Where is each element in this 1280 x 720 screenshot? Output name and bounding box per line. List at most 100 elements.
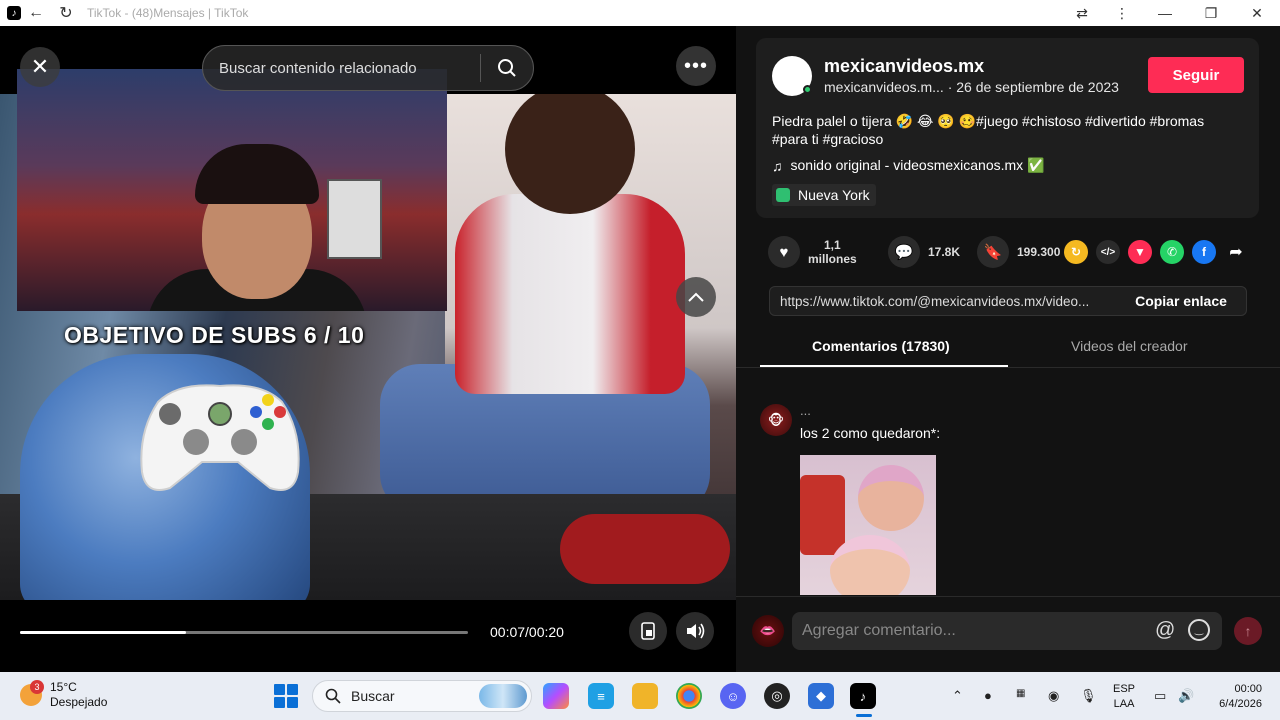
music-link[interactable]: ♫ sonido original - videosmexicanos.mx ✅ (772, 157, 1044, 174)
copy-link-button[interactable]: Copiar enlace (1116, 293, 1246, 309)
browser-titlebar: ♪ ← ↻ TikTok - (48)Mensajes | TikTok ⇄ ⋮… (0, 0, 1280, 26)
window-title: TikTok - (48)Mensajes | TikTok (87, 6, 249, 20)
heart-icon[interactable]: ♥ (768, 236, 800, 268)
close-video-button[interactable]: ✕ (20, 47, 60, 87)
webcam-poster (327, 179, 382, 259)
streamer-webcam (17, 69, 447, 311)
keyboard-layout: LAA (1113, 698, 1135, 710)
location-label[interactable]: Nueva York (798, 187, 870, 203)
kebab-menu-icon[interactable]: ⋮ (1102, 0, 1142, 26)
clock-date: 6/4/2026 (1219, 698, 1262, 710)
system-clock[interactable]: 00:00 6/4/2026 (1198, 682, 1262, 712)
previous-video-icon[interactable] (676, 277, 716, 317)
restore-button[interactable]: ❐ (1188, 0, 1234, 26)
comment-text: los 2 como quedaron*: (800, 425, 941, 441)
comments-stat[interactable]: 💬 17.8K (888, 234, 960, 270)
floating-player-icon[interactable] (629, 612, 667, 650)
steam-icon[interactable]: ◉ (1048, 688, 1059, 704)
start-button[interactable] (274, 684, 298, 708)
tiktok-taskbar-icon[interactable]: ♪ (850, 683, 876, 709)
post-description: Piedra palel o tijera 🤣 😂 🥺 🥴#juego #chi… (772, 113, 1205, 147)
tray-chevron-icon[interactable]: ⌃ (952, 688, 963, 704)
share-link-url[interactable]: https://www.tiktok.com/@mexicanvideos.mx… (770, 294, 1116, 309)
saves-count: 199.300 (1017, 245, 1061, 259)
commenter-name[interactable]: ... (800, 403, 811, 418)
related-search-input[interactable]: Buscar contenido relacionado (219, 60, 480, 77)
likes-stat[interactable]: ♥ 1,1 millones (768, 234, 857, 270)
follow-button[interactable]: Seguir (1148, 57, 1244, 93)
notepad-icon[interactable]: ≡ (588, 683, 614, 709)
weather-sun-icon: 3 (20, 680, 44, 706)
embed-code-icon[interactable]: </> (1096, 240, 1120, 264)
back-arrow-icon[interactable]: ← (21, 0, 51, 26)
search-icon[interactable] (481, 58, 533, 78)
emoji-icon[interactable]: ‿ (1188, 619, 1210, 641)
weather-widget[interactable]: 3 15°C Despejado (20, 680, 107, 710)
comment-bubble-icon[interactable]: 💬 (888, 236, 920, 268)
saves-stat[interactable]: 🔖 199.300 (977, 234, 1060, 270)
comment-image-doll (858, 465, 924, 531)
webcam-hair (195, 144, 319, 204)
likes-count: 1,1 millones (808, 238, 857, 266)
tray-app-icon[interactable]: ● (984, 688, 992, 703)
discord-icon[interactable]: ☺ (720, 683, 746, 709)
bookmark-icon[interactable]: 🔖 (977, 236, 1009, 268)
gamepad-icon (140, 384, 300, 491)
send-to-friends-icon[interactable]: ▼ (1128, 240, 1152, 264)
volume-icon[interactable] (676, 612, 714, 650)
music-title[interactable]: sonido original - videosmexicanos.mx ✅ (791, 157, 1045, 174)
file-explorer-icon[interactable] (632, 683, 658, 709)
video-progress-bar[interactable] (20, 631, 468, 634)
repost-icon[interactable]: ↻ (1064, 240, 1088, 264)
taskbar-search[interactable]: Buscar (312, 680, 532, 712)
search-highlight-art (479, 684, 527, 708)
copilot-icon[interactable] (543, 683, 569, 709)
location-pin-icon (776, 188, 790, 202)
close-window-button[interactable]: ✕ (1234, 0, 1280, 26)
related-search-bar[interactable]: Buscar contenido relacionado (202, 45, 534, 91)
music-note-icon: ♫ (772, 157, 783, 174)
online-dot (803, 85, 812, 94)
shield-app-icon[interactable]: ◆ (808, 683, 834, 709)
facebook-icon[interactable]: f (1192, 240, 1216, 264)
more-options-icon[interactable]: ••• (676, 46, 716, 86)
active-tab-indicator (760, 365, 1008, 367)
author-name[interactable]: mexicanvideos.mx (824, 56, 984, 77)
weather-temp: 15°C (50, 680, 77, 694)
comment-image-doll (830, 535, 910, 595)
active-app-indicator (856, 714, 872, 717)
minimize-button[interactable]: — (1142, 0, 1188, 26)
current-user-avatar: 👄 (752, 615, 784, 647)
video-controls (0, 600, 736, 672)
taskbar-search-icon (325, 688, 341, 704)
obs-icon[interactable]: ◎ (764, 683, 790, 709)
comment-image[interactable] (800, 455, 936, 595)
speaker-icon[interactable]: 🔊 (1178, 688, 1194, 704)
comment-image-toy (800, 475, 845, 555)
mention-icon[interactable]: @ (1155, 619, 1175, 642)
share-arrow-icon[interactable]: ➦ (1224, 240, 1248, 264)
translate-icon[interactable]: ⇄ (1062, 0, 1102, 26)
share-link-box: https://www.tiktok.com/@mexicanvideos.mx… (769, 286, 1247, 316)
video-time: 00:07/00:20 (490, 624, 564, 640)
epic-games-icon[interactable]: ▦ (1016, 688, 1025, 699)
location-tag[interactable]: Nueva York (772, 184, 876, 206)
tabs-divider (736, 367, 1280, 368)
taskbar-search-label: Buscar (351, 688, 395, 704)
commenter-avatar[interactable]: 🐵 (760, 404, 792, 436)
comments-count: 17.8K (928, 245, 961, 259)
tiktok-app-icon: ♪ (7, 6, 21, 20)
author-avatar[interactable]: 😂 (772, 56, 812, 96)
whatsapp-icon[interactable]: ✆ (1160, 240, 1184, 264)
tab-comments[interactable]: Comentarios (17830) (812, 338, 950, 354)
reload-icon[interactable]: ↻ (51, 0, 81, 26)
chrome-icon[interactable] (676, 683, 702, 709)
video-scene-shirt (455, 194, 685, 394)
weather-desc: Despejado (50, 695, 108, 709)
network-icon[interactable]: ▭ (1154, 688, 1166, 704)
video-progress-fill (20, 631, 186, 634)
send-comment-button[interactable]: ↑ (1234, 617, 1262, 645)
microphone-icon[interactable]: 🎙 (1080, 688, 1097, 704)
tab-creator-videos[interactable]: Videos del creador (1071, 338, 1187, 354)
language-indicator[interactable]: ESP LAA (1113, 682, 1135, 712)
